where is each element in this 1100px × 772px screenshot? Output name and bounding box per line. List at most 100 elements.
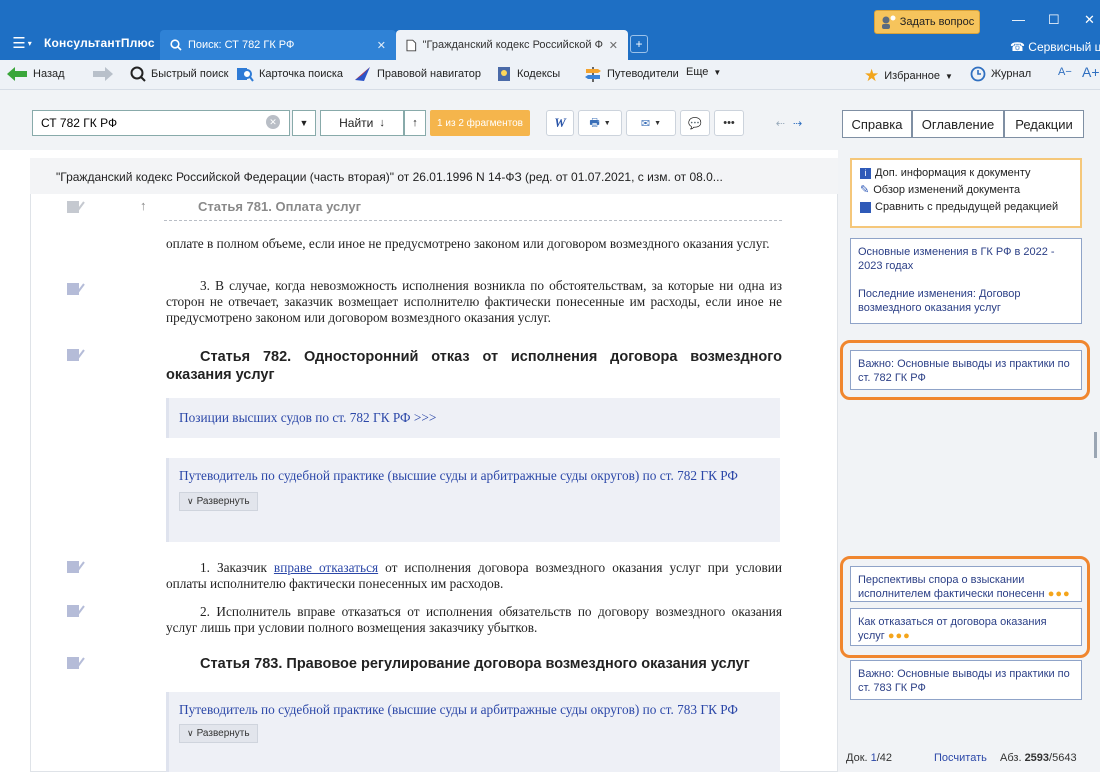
important-783-card[interactable]: Важно: Основные выводы из практики по ст… [850, 660, 1082, 700]
tab-editions[interactable]: Редакции [1004, 110, 1084, 138]
find-button[interactable]: Найти ↓ [320, 110, 404, 136]
gk-changes-link[interactable]: Основные изменения в ГК РФ в 2022 - 2023… [858, 245, 1074, 273]
quick-search-button[interactable]: Быстрый поиск [130, 66, 228, 82]
find-previous-button[interactable]: ↑ [404, 110, 426, 136]
chevron-down-icon: ▼ [603, 119, 611, 127]
paragraph-781-3: 3. В случае, когда невозможность исполне… [166, 278, 782, 325]
search-icon [170, 39, 182, 51]
brand-logo: КонсультантПлюс [44, 36, 155, 50]
paragraph-782-2: 2. Исполнитель вправе отказаться от испо… [166, 604, 782, 635]
compare-icon [860, 201, 871, 213]
maximize-button[interactable]: ☐ [1048, 12, 1060, 28]
star-icon: ★ [864, 66, 880, 85]
journal-button[interactable]: Журнал [970, 66, 1031, 82]
plus-icon: + [635, 37, 643, 51]
tab-search[interactable]: Поиск: СТ 782 ГК РФ ✕ [160, 30, 396, 60]
note-icon[interactable] [67, 348, 85, 362]
compare-editions-link[interactable]: Сравнить с предыдущей редакцией [860, 200, 1072, 214]
paragraph-counter: Абз. 2593/5643 [1000, 752, 1077, 764]
codes-button[interactable]: Кодексы [496, 66, 560, 82]
edit-icon: ✎ [860, 184, 870, 196]
changes-review-link[interactable]: ✎ Обзор изменений документа [860, 183, 1072, 197]
legal-navigator-button[interactable]: Правовой навигатор [354, 66, 481, 82]
guide-783-box: Путеводитель по судебной практике (высши… [166, 692, 780, 772]
send-button[interactable]: ✉ ▼ [626, 110, 676, 136]
new-tab-button[interactable]: + [630, 35, 648, 53]
export-word-button[interactable]: W [546, 110, 574, 136]
search-card-button[interactable]: Карточка поиска [236, 66, 343, 82]
prev-arrow-icon[interactable]: ⇠ [776, 117, 785, 130]
font-increase-button[interactable]: A+ [1082, 64, 1100, 80]
minimize-button[interactable]: — [1012, 12, 1025, 27]
chevron-down-icon: ▼ [945, 71, 953, 81]
forward-button[interactable] [92, 66, 114, 82]
collapse-arrow-icon[interactable]: ↑ [140, 198, 147, 213]
search-row: ✕ ▼ Найти ↓ ↑ 1 из 2 фрагментов W 🖶▼ ✉▼ … [0, 90, 1100, 150]
paragraph-781-end: оплате в полном объеме, если иное не пре… [166, 236, 770, 251]
tab-reference[interactable]: Справка [842, 110, 912, 138]
document-info-card: i Доп. информация к документу ✎ Обзор из… [850, 158, 1082, 228]
search-history-dropdown[interactable]: ▼ [292, 110, 316, 136]
note-icon[interactable] [67, 200, 85, 214]
tab-contents[interactable]: Оглавление [912, 110, 1004, 138]
print-button[interactable]: 🖶 ▼ [578, 110, 622, 136]
refuse-right-link[interactable]: вправе отказаться [274, 560, 378, 575]
note-icon[interactable] [67, 282, 85, 296]
close-icon[interactable]: ✕ [609, 39, 618, 52]
note-icon[interactable] [67, 656, 85, 670]
search-input[interactable] [32, 110, 290, 136]
close-icon[interactable]: ✕ [377, 39, 386, 52]
consultant-icon [881, 15, 896, 29]
paragraph-782-1: 1. Заказчик вправе отказаться от исполне… [166, 560, 782, 591]
chevron-down-icon: ▼ [713, 67, 722, 77]
word-icon: W [554, 115, 566, 130]
count-link[interactable]: Посчитать [934, 752, 987, 764]
main-menu-button[interactable]: ☰ ▾ [4, 32, 40, 54]
article-783-heading: Статья 783. Правовое регулирование догов… [200, 656, 750, 672]
expand-button[interactable]: ∨ Развернуть [179, 492, 258, 511]
next-arrow-icon[interactable]: ⇢ [793, 117, 802, 130]
note-icon[interactable] [67, 604, 85, 618]
service-center-link[interactable]: ☎ Сервисный цен [1010, 40, 1100, 54]
chat-bubble-icon: 💬 [688, 117, 702, 130]
main-toolbar: Назад Быстрый поиск Карточка поиска Прав… [0, 60, 1100, 90]
clear-icon[interactable]: ✕ [266, 115, 280, 129]
font-decrease-button[interactable]: A− [1058, 66, 1072, 78]
more-actions-button[interactable]: ••• [714, 110, 744, 136]
fragment-counter: 1 из 2 фрагментов [430, 110, 530, 136]
back-arrow-icon [7, 67, 27, 81]
guide-782-link[interactable]: Путеводитель по судебной практике (высши… [179, 468, 770, 484]
guides-button[interactable]: Путеводители [584, 66, 679, 82]
expand-button[interactable]: ∨ Развернуть [179, 724, 258, 743]
mail-icon: ✉ [640, 117, 651, 130]
ask-question-button[interactable]: Задать вопрос [874, 10, 980, 34]
favorites-button[interactable]: ★ Избранное ▼ [864, 66, 953, 86]
tab-label: "Гражданский кодекс Российской Фе [422, 39, 603, 51]
more-dots-icon: ●●● [1047, 588, 1071, 600]
tab-label: Поиск: СТ 782 ГК РФ [188, 39, 295, 51]
higher-courts-link[interactable]: Позиции высших судов по ст. 782 ГК РФ >>… [179, 410, 436, 425]
important-782-card[interactable]: Важно: Основные выводы из практики по ст… [850, 350, 1082, 390]
how-to-refuse-card[interactable]: Как отказаться от договора оказания услу… [850, 608, 1082, 646]
close-window-button[interactable]: ✕ [1084, 12, 1095, 28]
printer-icon: 🖶 [589, 116, 600, 129]
search-card-icon [237, 68, 254, 82]
article-781-heading: Статья 781. Оплата услуг [198, 199, 361, 214]
document-icon [406, 39, 417, 51]
guide-783-link[interactable]: Путеводитель по судебной практике (высши… [179, 702, 770, 718]
additional-info-link[interactable]: i Доп. информация к документу [860, 166, 1072, 180]
comment-button[interactable]: 💬 [680, 110, 710, 136]
more-dots-icon: ●●● [887, 630, 911, 642]
title-bar: ☰ ▾ КонсультантПлюс Поиск: СТ 782 ГК РФ ✕… [0, 0, 1100, 60]
more-menu[interactable]: Еще ▼ [686, 66, 721, 78]
dispute-prospects-card[interactable]: Перспективы спора о взыскании исполнител… [850, 566, 1082, 602]
note-icon[interactable] [67, 560, 85, 574]
tab-document[interactable]: "Гражданский кодекс Российской Фе ✕ [396, 30, 628, 60]
chevron-down-icon: ▼ [654, 119, 662, 127]
hamburger-icon: ☰ [12, 35, 26, 52]
doc-counter: Док. 1/42 [846, 752, 893, 764]
recent-changes-link[interactable]: Последние изменения: Договор возмездного… [858, 287, 1074, 315]
back-button[interactable]: Назад [6, 66, 65, 82]
codes-icon [498, 67, 510, 81]
scrollbar-thumb[interactable] [1094, 432, 1097, 458]
